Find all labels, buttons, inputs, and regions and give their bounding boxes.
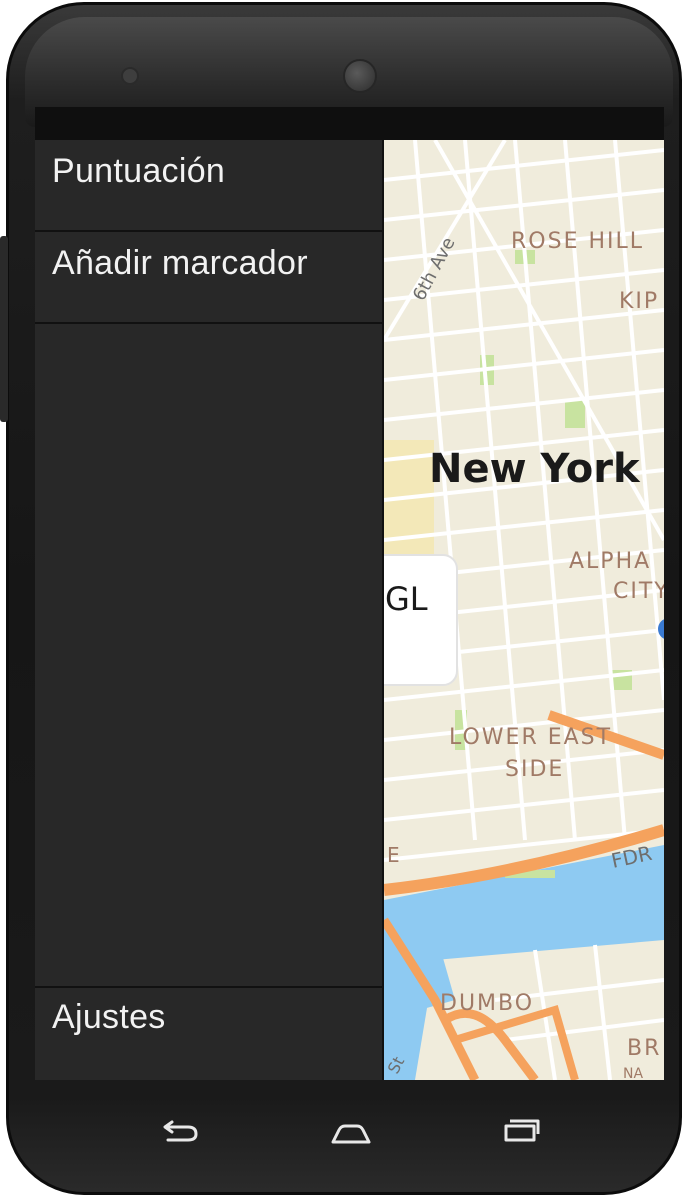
back-button[interactable] xyxy=(150,1110,210,1150)
menu-item-anadir-marcador[interactable]: Añadir marcador xyxy=(35,232,382,324)
volume-button[interactable] xyxy=(0,236,8,422)
screen: ROSE HILL KIP 6th Ave New York ALPHA CIT… xyxy=(35,107,664,1080)
menu-item-label: Añadir marcador xyxy=(52,244,308,282)
menu-item-ajustes[interactable]: Ajustes xyxy=(35,986,382,1080)
menu-item-label: Ajustes xyxy=(52,998,166,1036)
menu-item-puntuacion[interactable]: Puntuación xyxy=(35,140,382,232)
map-label-rose-hill: ROSE HILL xyxy=(511,229,644,254)
home-icon xyxy=(331,1124,371,1144)
status-bar xyxy=(35,107,664,140)
map-label-na: NA xyxy=(623,1066,643,1080)
map-label-dumbo: DUMBO xyxy=(440,991,534,1016)
map-label-lower-east: LOWER EAST xyxy=(449,725,612,750)
front-camera xyxy=(343,59,377,93)
navigation-drawer: Puntuación Añadir marcador Ajustes xyxy=(35,140,384,1080)
back-icon xyxy=(163,1120,198,1142)
recents-icon xyxy=(504,1119,540,1142)
map-label-side: SIDE xyxy=(505,757,564,782)
system-navigation-bar xyxy=(35,1080,664,1190)
proximity-sensor xyxy=(121,67,139,85)
map-label-new-york: New York xyxy=(429,446,641,492)
map-label-e: E xyxy=(387,843,400,867)
map-label-city: CITY xyxy=(613,579,664,604)
recents-button[interactable] xyxy=(490,1110,550,1150)
map-label-br: BR xyxy=(627,1036,661,1061)
home-button[interactable] xyxy=(321,1110,381,1150)
map-popup-text: GL xyxy=(385,580,428,618)
map-label-alpha: ALPHA xyxy=(569,549,651,574)
map-label-kip: KIP xyxy=(619,289,659,314)
menu-item-label: Puntuación xyxy=(52,152,226,190)
